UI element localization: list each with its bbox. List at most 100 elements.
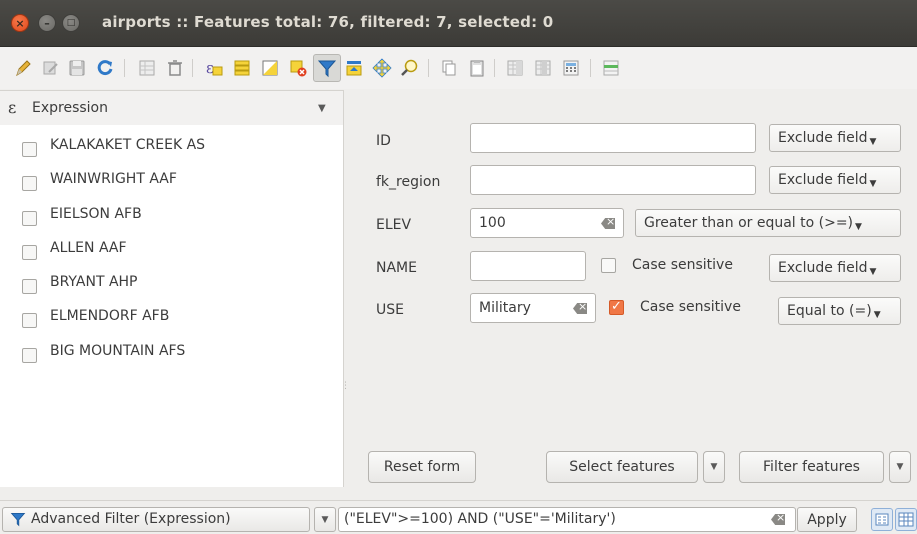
clear-icon[interactable]: [771, 514, 785, 525]
use-filter-mode[interactable]: Equal to (=) ▼: [778, 297, 901, 325]
feature-checkbox[interactable]: [22, 142, 37, 157]
new-field-icon: [507, 60, 523, 76]
minimize-icon: –: [44, 16, 50, 30]
table-view-icon: [898, 512, 914, 527]
name-field[interactable]: [470, 251, 586, 281]
move-selection-top-button[interactable]: [341, 55, 367, 81]
feature-checkbox[interactable]: [22, 279, 37, 295]
field-calculator-button[interactable]: [558, 55, 584, 81]
toolbar: ε: [0, 47, 917, 89]
use-field[interactable]: Military: [470, 293, 596, 323]
toolbar-separator: [590, 59, 591, 77]
use-case-sensitive-checkbox[interactable]: [609, 299, 624, 315]
list-item[interactable]: ELMENDORF AFB: [0, 300, 343, 334]
id-filter-mode[interactable]: Exclude field ▼: [769, 124, 901, 152]
delete-button[interactable]: [162, 55, 188, 81]
copy-button[interactable]: [436, 55, 462, 81]
paste-button[interactable]: [464, 55, 490, 81]
delete-selected-button[interactable]: [134, 55, 160, 81]
select-features-button[interactable]: Select features: [546, 451, 698, 483]
copy-icon: [442, 60, 456, 76]
filter-features-button[interactable]: Filter features: [739, 451, 884, 483]
use-field-value: Military: [479, 300, 531, 316]
reset-form-button[interactable]: Reset form: [368, 451, 476, 483]
list-item[interactable]: BIG MOUNTAIN AFS: [0, 335, 343, 369]
elev-field-value: 100: [479, 215, 506, 231]
field-calculator-icon: [563, 60, 579, 76]
list-item[interactable]: ALLEN AAF: [0, 232, 343, 266]
filter-features-dropdown[interactable]: ▼: [889, 451, 911, 483]
select-features-dropdown[interactable]: ▼: [703, 451, 725, 483]
display-expression-header[interactable]: ε Expression ▼: [0, 91, 343, 125]
feature-name: BRYANT AHP: [50, 274, 138, 291]
pencil-icon: [16, 60, 31, 77]
clear-icon[interactable]: [573, 303, 587, 314]
chevron-down-icon: ▼: [896, 462, 904, 472]
save-edits-button[interactable]: [64, 55, 90, 81]
list-item[interactable]: WAINWRIGHT AAF: [0, 163, 343, 197]
minimize-window-button[interactable]: –: [38, 14, 56, 32]
filter-icon: [10, 511, 26, 531]
close-window-button[interactable]: ×: [11, 14, 29, 32]
new-field-button[interactable]: [502, 55, 528, 81]
id-field[interactable]: [470, 123, 756, 153]
elev-label: ELEV: [376, 217, 412, 233]
zoom-map-button[interactable]: [397, 55, 423, 81]
use-filter-mode-value: Equal to (=): [787, 303, 872, 319]
multi-edit-icon: [43, 61, 58, 75]
chevron-down-icon: ▼: [873, 310, 881, 320]
feature-checkbox[interactable]: [22, 347, 37, 363]
apply-button[interactable]: Apply: [797, 507, 857, 532]
id-filter-mode-value: Exclude field: [778, 130, 868, 146]
multi-edit-button[interactable]: [38, 55, 64, 81]
feature-checkbox[interactable]: [22, 244, 37, 260]
filter-expression-input[interactable]: ("ELEV">=100) AND ("USE"='Military'): [338, 507, 796, 532]
elev-field[interactable]: 100: [470, 208, 624, 238]
zoom-icon: [401, 59, 418, 76]
conditional-format-icon: [603, 60, 619, 76]
fk-region-field[interactable]: [470, 165, 756, 195]
name-case-sensitive-checkbox[interactable]: [601, 258, 616, 273]
filter-mode-label: Advanced Filter (Expression): [31, 511, 231, 527]
reload-button[interactable]: [92, 55, 118, 81]
feature-name: ALLEN AAF: [50, 239, 127, 256]
feature-name: KALAKAKET CREEK AS: [50, 137, 206, 153]
clear-icon[interactable]: [601, 218, 615, 229]
pan-map-button[interactable]: [369, 55, 395, 81]
filter-mode-button[interactable]: Advanced Filter (Expression): [2, 507, 310, 532]
select-all-icon: [234, 60, 250, 76]
chevron-down-icon: ▼: [321, 514, 329, 525]
feature-checkbox[interactable]: [22, 313, 37, 329]
paste-icon: [470, 60, 484, 77]
conditional-format-button[interactable]: [598, 55, 624, 81]
title-bar: × – □ airports :: Features total: 76, fi…: [0, 0, 917, 47]
filter-button[interactable]: [313, 54, 341, 82]
feature-checkbox[interactable]: [22, 176, 37, 192]
filter-mode-dropdown[interactable]: ▼: [314, 507, 336, 532]
toggle-editing-button[interactable]: [10, 55, 36, 81]
chevron-down-icon: ▼: [869, 179, 877, 189]
elev-filter-mode[interactable]: Greater than or equal to (>=) ▼: [635, 209, 901, 237]
select-all-button[interactable]: [229, 55, 255, 81]
save-icon: [69, 60, 85, 76]
list-item[interactable]: BRYANT AHP: [0, 266, 343, 300]
toolbar-separator: [124, 59, 125, 77]
invert-selection-button[interactable]: [257, 55, 283, 81]
fk-region-filter-mode[interactable]: Exclude field ▼: [769, 166, 901, 194]
chevron-down-icon: ▼: [710, 462, 718, 472]
chevron-down-icon[interactable]: ▼: [318, 103, 326, 114]
form-view-button[interactable]: [871, 508, 893, 531]
name-filter-mode[interactable]: Exclude field ▼: [769, 254, 901, 282]
delete-field-button[interactable]: [530, 55, 556, 81]
deselect-all-button[interactable]: [285, 55, 311, 81]
pan-icon: [372, 58, 392, 78]
feature-list-panel: ε Expression ▼ KALAKAKET CREEK AS WAINWR…: [0, 90, 350, 487]
feature-checkbox[interactable]: [22, 210, 37, 226]
list-item[interactable]: EIELSON AFB: [0, 198, 343, 232]
expression-select-icon: ε: [206, 59, 223, 77]
maximize-window-button[interactable]: □: [62, 14, 80, 32]
table-view-button[interactable]: [895, 508, 917, 531]
select-by-expression-button[interactable]: ε: [201, 55, 227, 81]
filter-icon: [317, 60, 337, 78]
list-item[interactable]: KALAKAKET CREEK AS: [0, 129, 343, 163]
